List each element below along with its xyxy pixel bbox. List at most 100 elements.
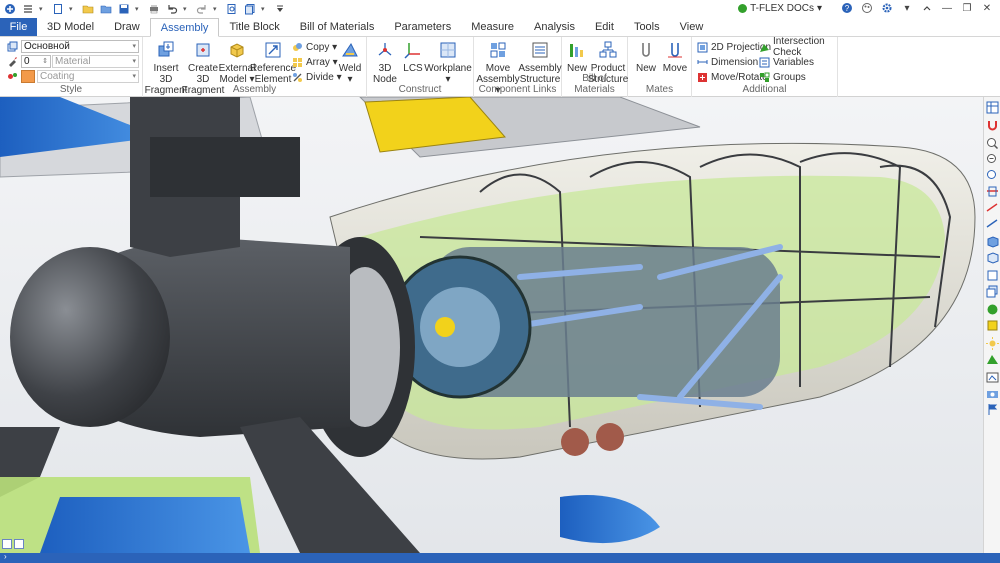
undo-icon[interactable] (165, 2, 179, 16)
docs-icon[interactable] (243, 2, 257, 16)
preview-icon[interactable] (225, 2, 239, 16)
save-icon[interactable] (117, 2, 131, 16)
variables-button[interactable]: Variables (759, 55, 814, 69)
layer-select[interactable]: Основной ▾ (21, 40, 139, 53)
copy-button[interactable]: Copy ▾ (292, 40, 337, 54)
3d-viewport[interactable] (0, 97, 983, 553)
app-logo-icon[interactable] (3, 2, 17, 16)
weld-button[interactable]: Weld ▾ (337, 39, 363, 85)
new-dropdown-icon[interactable]: ▾ (69, 5, 75, 13)
lcs-button[interactable]: LCS (401, 39, 425, 74)
ribbon-collapse-icon[interactable] (920, 1, 934, 15)
cube-view-icon[interactable] (986, 251, 999, 264)
view-mode-2-button[interactable] (14, 539, 24, 549)
sun-icon[interactable] (986, 337, 999, 350)
pages-icon[interactable] (986, 101, 999, 114)
tab-bill-of-materials[interactable]: Bill of Materials (290, 18, 385, 36)
mate-move-icon (664, 39, 686, 61)
flag-icon[interactable] (986, 403, 999, 416)
tab-title-block[interactable]: Title Block (219, 18, 289, 36)
palette-icon[interactable] (860, 1, 874, 15)
material-select[interactable]: Material ▾ (52, 55, 139, 68)
lcs-icon (402, 39, 424, 61)
coating-select[interactable]: Coating ▾ (37, 70, 139, 83)
zoom-out-icon[interactable] (986, 153, 999, 166)
move-rotate-icon (697, 72, 708, 83)
close-button[interactable]: ✕ (980, 1, 994, 15)
restore-button[interactable]: ❐ (960, 1, 974, 15)
assembly-structure-label-1: Assembly (518, 63, 562, 74)
tab-assembly[interactable]: Assembly (149, 18, 220, 37)
bom-new-button[interactable]: New (565, 39, 589, 74)
lower-wing-blue-panel (40, 497, 250, 553)
assembly-structure-button[interactable]: Assembly Structure (518, 39, 562, 85)
workplane-button[interactable]: Workplane ▾ (424, 39, 472, 85)
camera-icon[interactable] (986, 387, 999, 400)
reference-element-button[interactable]: Reference Element (249, 39, 297, 85)
tab-analysis[interactable]: Analysis (524, 18, 585, 36)
open-recent-icon[interactable] (99, 2, 113, 16)
bom-new-icon (566, 39, 588, 61)
magnet-icon[interactable] (986, 119, 999, 132)
redo-dropdown-icon[interactable]: ▾ (213, 5, 219, 13)
minimize-button[interactable]: — (940, 1, 954, 15)
redo-icon[interactable] (195, 2, 209, 16)
component-links-group: Move Assembly ▾ Assembly Structure Compo… (474, 37, 562, 97)
yellow-box-icon[interactable] (986, 319, 999, 332)
divide-button[interactable]: Divide ▾ (292, 70, 342, 84)
view-mode-1-button[interactable] (2, 539, 12, 549)
tab-measure[interactable]: Measure (461, 18, 524, 36)
menu-icon[interactable] (21, 2, 35, 16)
reference-element-label-1: Reference (249, 63, 297, 74)
tab-file[interactable]: File (0, 18, 37, 36)
box-icon[interactable] (986, 269, 999, 282)
menu-dropdown-icon[interactable]: ▾ (39, 5, 45, 13)
green-shape-icon[interactable] (986, 353, 999, 366)
move-rotate-button[interactable]: Move/Rotate (697, 70, 768, 84)
tab-draw[interactable]: Draw (104, 18, 150, 36)
tab-view[interactable]: View (670, 18, 714, 36)
tab-parameters[interactable]: Parameters (384, 18, 461, 36)
sphere-icon[interactable] (986, 303, 999, 316)
status-expand-icon[interactable]: › (4, 552, 7, 561)
arrow-measure2-icon[interactable] (986, 217, 999, 230)
mates-new-button[interactable]: New (633, 39, 659, 74)
new-document-icon[interactable] (51, 2, 65, 16)
mates-move-button[interactable]: Move (661, 39, 689, 74)
layer-select-arrow-icon: ▾ (132, 43, 136, 50)
array-button[interactable]: Array ▾ (292, 55, 338, 69)
render-icon[interactable] (986, 371, 999, 384)
intersection-check-button[interactable]: Intersection Check (759, 36, 837, 58)
docs-dropdown-icon[interactable]: ▾ (261, 5, 267, 13)
section-icon[interactable] (986, 185, 999, 198)
external-model-button[interactable]: External Model ▾ (219, 39, 255, 85)
exhaust-port-1 (561, 428, 589, 456)
3d-node-label-1: 3D (378, 63, 392, 74)
3d-node-button[interactable]: 3D Node (371, 39, 399, 85)
landing-gear-fairing (560, 495, 660, 544)
dimension-button[interactable]: Dimension ▾ (697, 55, 766, 69)
tab-3d-model[interactable]: 3D Model (37, 18, 104, 36)
groups-button[interactable]: Groups (759, 70, 806, 84)
tab-edit[interactable]: Edit (585, 18, 624, 36)
customize-icon[interactable] (273, 2, 287, 16)
help-icon[interactable]: ? (840, 1, 854, 15)
color-select[interactable]: 0 ⇕ (21, 55, 51, 68)
coating-color-swatch[interactable] (21, 70, 35, 83)
groups-label: Groups (773, 71, 806, 83)
external-model-icon (226, 39, 248, 61)
undo-dropdown-icon[interactable]: ▾ (183, 5, 189, 13)
save-dropdown-icon[interactable]: ▾ (135, 5, 141, 13)
zoom-in-icon[interactable] (986, 137, 999, 150)
layers-icon[interactable] (986, 285, 999, 298)
options-dropdown-icon[interactable]: ▾ (900, 1, 914, 15)
arrow-measure-icon[interactable] (986, 201, 999, 214)
open-folder-icon[interactable] (81, 2, 95, 16)
tflex-docs-button[interactable]: T-FLEX DOCs ▾ (738, 3, 822, 14)
settings-gear-icon[interactable] (880, 1, 894, 15)
print-icon[interactable] (147, 2, 161, 16)
cube-icon[interactable] (986, 235, 999, 248)
tab-tools[interactable]: Tools (624, 18, 670, 36)
zoom-fit-icon[interactable] (986, 169, 999, 182)
propeller-blade-hub-top (150, 137, 300, 197)
